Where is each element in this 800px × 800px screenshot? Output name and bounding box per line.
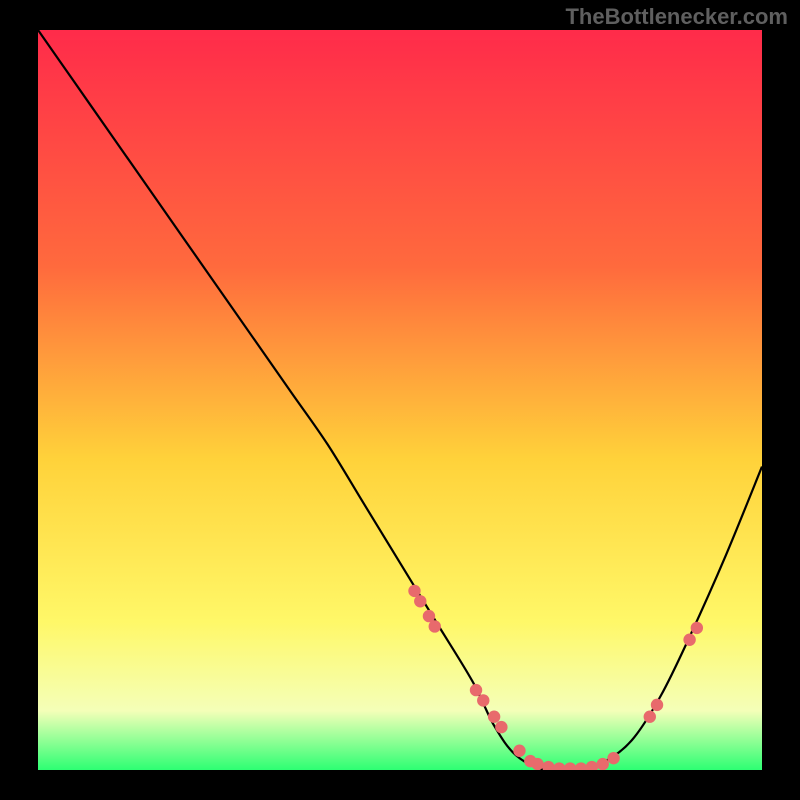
gradient-background: [38, 30, 762, 770]
scatter-point: [495, 721, 507, 733]
scatter-point: [488, 711, 500, 723]
scatter-point: [683, 634, 695, 646]
scatter-point: [597, 758, 609, 770]
scatter-point: [607, 752, 619, 764]
scatter-point: [651, 699, 663, 711]
plot-area: [38, 30, 762, 770]
scatter-point: [470, 684, 482, 696]
scatter-point: [477, 694, 489, 706]
scatter-point: [644, 711, 656, 723]
scatter-point: [429, 620, 441, 632]
bottleneck-chart: [38, 30, 762, 770]
scatter-point: [414, 595, 426, 607]
watermark-label: TheBottlenecker.com: [565, 4, 788, 30]
chart-frame: TheBottlenecker.com: [0, 0, 800, 800]
scatter-point: [691, 622, 703, 634]
scatter-point: [531, 758, 543, 770]
scatter-point: [513, 745, 525, 757]
